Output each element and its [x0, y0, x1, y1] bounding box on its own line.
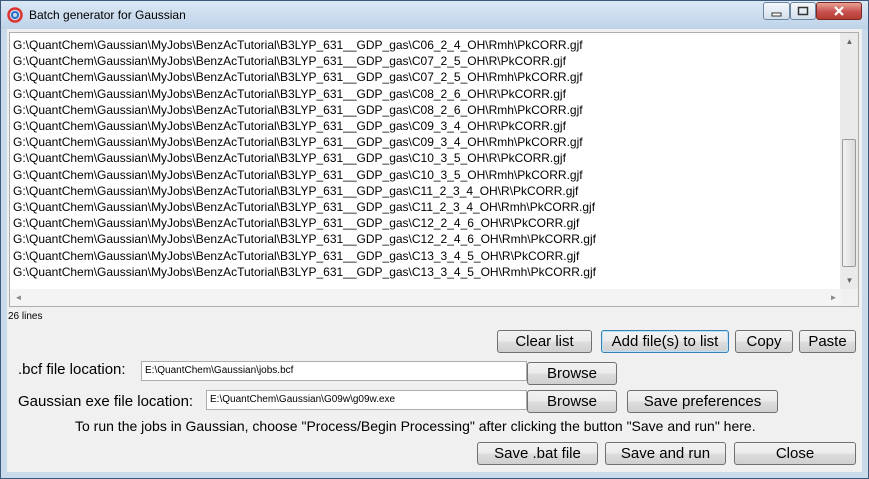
list-item[interactable]: G:\QuantChem\Gaussian\MyJobs\BenzAcTutor… — [13, 102, 843, 118]
maximize-icon — [797, 6, 809, 16]
minimize-button[interactable] — [763, 2, 790, 20]
list-item[interactable]: G:\QuantChem\Gaussian\MyJobs\BenzAcTutor… — [13, 264, 843, 280]
paste-button[interactable]: Paste — [799, 330, 856, 353]
line-count: 26 lines — [8, 311, 43, 322]
list-item[interactable]: G:\QuantChem\Gaussian\MyJobs\BenzAcTutor… — [13, 69, 843, 85]
list-item[interactable]: G:\QuantChem\Gaussian\MyJobs\BenzAcTutor… — [13, 53, 843, 69]
maximize-button[interactable] — [790, 2, 816, 20]
dialog-body: G:\QuantChem\Gaussian\MyJobs\BenzAcTutor… — [7, 29, 862, 472]
batch-generator-window: Batch generator for Gaussian G:\QuantChe… — [0, 0, 869, 479]
list-item[interactable]: G:\QuantChem\Gaussian\MyJobs\BenzAcTutor… — [13, 37, 843, 53]
instructions-text: To run the jobs in Gaussian, choose "Pro… — [75, 418, 756, 434]
scroll-down-icon[interactable]: ▼ — [841, 272, 858, 289]
list-item[interactable]: G:\QuantChem\Gaussian\MyJobs\BenzAcTutor… — [13, 231, 843, 247]
add-files-button[interactable]: Add file(s) to list — [601, 330, 729, 353]
scroll-up-icon[interactable]: ▲ — [841, 33, 858, 50]
scrollbar-corner — [841, 289, 858, 306]
list-item[interactable]: G:\QuantChem\Gaussian\MyJobs\BenzAcTutor… — [13, 167, 843, 183]
gaussian-app-icon — [7, 7, 23, 23]
list-item[interactable]: G:\QuantChem\Gaussian\MyJobs\BenzAcTutor… — [13, 199, 843, 215]
exe-location-field[interactable]: E:\QuantChem\Gaussian\G09w\g09w.exe — [206, 390, 527, 410]
title-bar[interactable]: Batch generator for Gaussian — [1, 1, 868, 29]
list-item[interactable]: G:\QuantChem\Gaussian\MyJobs\BenzAcTutor… — [13, 118, 843, 134]
file-list-lines: G:\QuantChem\Gaussian\MyJobs\BenzAcTutor… — [13, 37, 843, 280]
list-item[interactable]: G:\QuantChem\Gaussian\MyJobs\BenzAcTutor… — [13, 248, 843, 264]
list-item[interactable]: G:\QuantChem\Gaussian\MyJobs\BenzAcTutor… — [13, 134, 843, 150]
scroll-left-icon[interactable]: ◄ — [10, 289, 27, 306]
exe-location-label: Gaussian exe file location: — [18, 393, 194, 410]
vertical-scrollbar[interactable]: ▲ ▼ — [840, 33, 858, 289]
scroll-right-icon[interactable]: ► — [825, 289, 842, 306]
clear-list-button[interactable]: Clear list — [497, 330, 592, 353]
list-item[interactable]: G:\QuantChem\Gaussian\MyJobs\BenzAcTutor… — [13, 150, 843, 166]
save-bat-button[interactable]: Save .bat file — [477, 442, 598, 465]
close-window-button[interactable] — [816, 2, 862, 20]
save-preferences-button[interactable]: Save preferences — [627, 390, 778, 413]
list-item[interactable]: G:\QuantChem\Gaussian\MyJobs\BenzAcTutor… — [13, 86, 843, 102]
list-item[interactable]: G:\QuantChem\Gaussian\MyJobs\BenzAcTutor… — [13, 183, 843, 199]
bcf-location-field[interactable]: E:\QuantChem\Gaussian\jobs.bcf — [141, 361, 527, 381]
bcf-location-label: .bcf file location: — [18, 361, 126, 378]
close-button[interactable]: Close — [734, 442, 856, 465]
list-item[interactable]: G:\QuantChem\Gaussian\MyJobs\BenzAcTutor… — [13, 215, 843, 231]
exe-browse-button[interactable]: Browse — [527, 390, 617, 413]
save-and-run-button[interactable]: Save and run — [605, 442, 726, 465]
file-list[interactable]: G:\QuantChem\Gaussian\MyJobs\BenzAcTutor… — [9, 32, 859, 307]
minimize-icon — [771, 12, 782, 17]
bcf-browse-button[interactable]: Browse — [527, 362, 617, 385]
horizontal-scrollbar[interactable]: ◄ ► — [10, 289, 842, 306]
scroll-thumb[interactable] — [842, 139, 856, 267]
copy-button[interactable]: Copy — [735, 330, 793, 353]
window-title: Batch generator for Gaussian — [29, 8, 186, 22]
close-icon — [834, 6, 844, 16]
